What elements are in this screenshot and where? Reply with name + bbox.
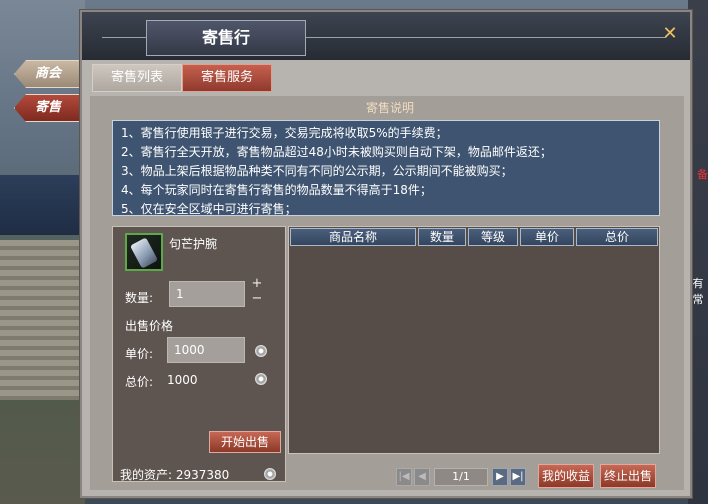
silver-coin-icon xyxy=(255,373,267,385)
stop-selling-button[interactable]: 终止出售 xyxy=(600,464,656,488)
column-header-level[interactable]: 等级 xyxy=(468,228,518,246)
title-bar: 寄售行 ✕ xyxy=(82,12,690,60)
next-page-icon[interactable]: ▶ xyxy=(492,468,508,486)
side-tab-consignment[interactable]: 寄售 xyxy=(14,94,82,122)
last-page-icon[interactable]: ▶| xyxy=(510,468,526,486)
start-selling-button[interactable]: 开始出售 xyxy=(209,431,281,453)
tab-consignment-list[interactable]: 寄售列表 xyxy=(92,64,182,92)
unit-price-input[interactable]: 1000 xyxy=(167,337,245,363)
description-line: 3、物品上架后根据物品种类不同有不同的公示期，公示期间不能被购买； xyxy=(121,164,513,178)
description-header: 寄售说明 xyxy=(365,101,414,115)
item-name: 句芒护腕 xyxy=(169,237,218,251)
background-roof xyxy=(0,175,85,235)
background-stairs xyxy=(0,240,85,400)
first-page-icon[interactable]: |◀ xyxy=(396,468,412,486)
description-box: 1、寄售行使用银子进行交易，交易完成将收取5%的手续费； 2、寄售行全天开放，寄… xyxy=(112,120,660,216)
column-header-quantity[interactable]: 数量 xyxy=(418,228,466,246)
gauntlet-icon[interactable] xyxy=(125,233,163,271)
total-price-label: 总价: xyxy=(125,375,154,389)
prev-page-icon[interactable]: ◀ xyxy=(414,468,430,486)
title-ornament-left xyxy=(102,37,146,38)
tab-consignment-service[interactable]: 寄售服务 xyxy=(182,64,272,92)
silver-coin-icon xyxy=(255,345,267,357)
plus-icon[interactable]: + xyxy=(251,277,263,290)
background-red-text: 备 xyxy=(697,168,708,181)
column-header-total-price[interactable]: 总价 xyxy=(576,228,658,246)
unit-price-label: 单价: xyxy=(125,347,154,361)
service-content: 寄售说明 1、寄售行使用银子进行交易，交易完成将收取5%的手续费； 2、寄售行全… xyxy=(90,96,684,490)
sell-panel: 句芒护腕 数量: 1 + − 出售价格 单价: 1000 总价: 1000 开始… xyxy=(112,226,286,482)
column-header-unit-price[interactable]: 单价 xyxy=(520,228,574,246)
quantity-input[interactable]: 1 xyxy=(169,281,245,307)
background-side-text-1: 有 xyxy=(692,277,704,290)
side-tab-chamber[interactable]: 商会 xyxy=(14,60,82,88)
description-line: 4、每个玩家同时在寄售行寄售的物品数量不得高于18件； xyxy=(121,183,432,197)
gauntlet-shape xyxy=(129,237,159,269)
consignment-list-panel: 商品名称 数量 等级 单价 总价 xyxy=(288,226,660,454)
consignment-window: 寄售行 ✕ 寄售列表 寄售服务 寄售说明 1、寄售行使用银子进行交易，交易完成将… xyxy=(80,10,692,498)
column-header-name[interactable]: 商品名称 xyxy=(290,228,416,246)
description-line: 1、寄售行使用银子进行交易，交易完成将收取5%的手续费； xyxy=(121,126,448,140)
my-assets: 我的资产: 2937380 xyxy=(120,468,230,482)
quantity-label: 数量: xyxy=(125,291,154,305)
background-side-text-2: 常 xyxy=(692,293,704,306)
description-line: 5、仅在安全区域中可进行寄售； xyxy=(121,202,297,216)
silver-coin-icon xyxy=(264,468,276,480)
price-title: 出售价格 xyxy=(125,319,174,333)
description-line: 2、寄售行全天开放，寄售物品超过48小时未被购买则自动下架，物品邮件返还； xyxy=(121,145,552,159)
total-price-value: 1000 xyxy=(167,373,198,387)
background-side-text: 有 常 xyxy=(690,276,706,308)
window-title: 寄售行 xyxy=(146,20,306,56)
page-indicator: 1/1 xyxy=(434,468,488,486)
minus-icon[interactable]: − xyxy=(251,292,263,305)
close-icon[interactable]: ✕ xyxy=(660,24,680,44)
title-ornament-right xyxy=(306,37,666,38)
my-earnings-button[interactable]: 我的收益 xyxy=(538,464,594,488)
